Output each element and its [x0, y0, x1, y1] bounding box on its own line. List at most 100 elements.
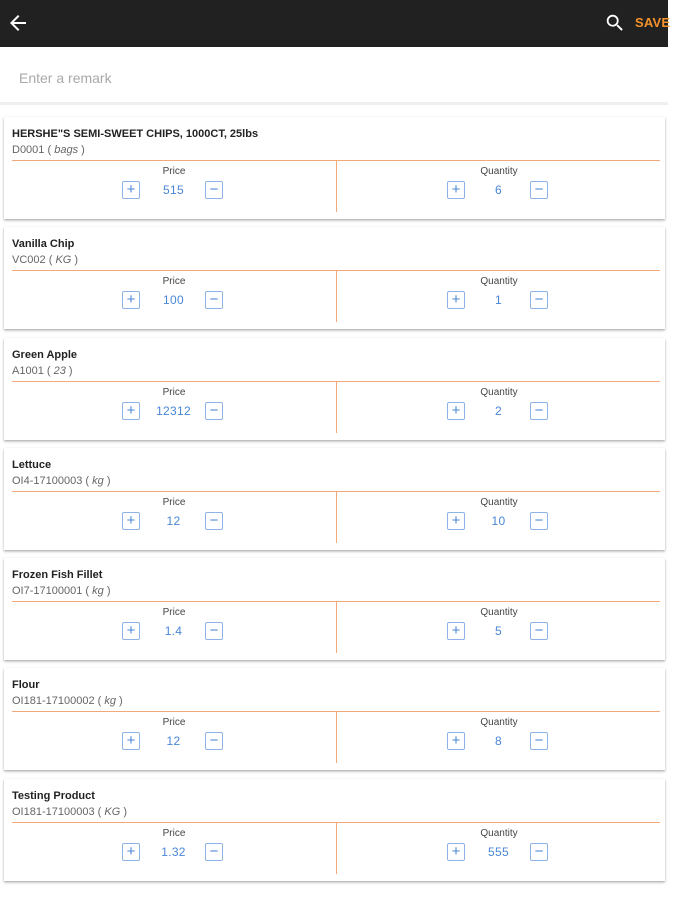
quantity-value[interactable]: 10 [468, 514, 529, 528]
quantity-label: Quantity [480, 386, 518, 398]
quantity-decrement-button[interactable]: − [530, 401, 548, 420]
price-value[interactable]: 1.4 [143, 624, 204, 638]
quantity-value[interactable]: 6 [468, 183, 529, 197]
price-label: Price [162, 276, 186, 288]
item-code-line: D0001 ( bags ) [12, 144, 85, 156]
item-name: Lettuce [12, 458, 52, 471]
price-decrement-button[interactable]: − [205, 732, 223, 751]
item-unit-paren-close: ) [103, 585, 111, 598]
quantity-field: Quantity + 5 − [337, 602, 661, 660]
price-value[interactable]: 12 [143, 734, 204, 748]
quantity-decrement-button[interactable]: − [530, 511, 548, 530]
price-increment-button[interactable]: + [122, 401, 140, 420]
quantity-increment-button[interactable]: + [447, 291, 465, 310]
price-field: Price + 515 − [12, 161, 336, 219]
quantity-decrement-button[interactable]: − [530, 732, 548, 751]
item-unit: kg [92, 474, 104, 487]
price-value[interactable]: 100 [143, 293, 204, 307]
item-unit: kg [104, 695, 116, 708]
price-increment-button[interactable]: + [122, 291, 140, 310]
quantity-increment-button[interactable]: + [447, 511, 465, 530]
plus-icon: + [126, 842, 136, 860]
price-field: Price + 100 − [12, 271, 336, 329]
search-icon [606, 14, 623, 31]
quantity-increment-button[interactable]: + [447, 401, 465, 420]
item-code: VC002 [12, 254, 46, 267]
price-decrement-button[interactable]: − [205, 181, 223, 199]
search-button[interactable] [604, 12, 626, 34]
price-label: Price [162, 607, 186, 619]
item-name: Vanilla Chip [12, 238, 75, 251]
minus-icon: − [534, 511, 544, 529]
quantity-field: Quantity + 8 − [337, 712, 661, 770]
quantity-increment-button[interactable]: + [447, 842, 465, 861]
minus-icon: − [534, 291, 544, 309]
back-button[interactable] [6, 11, 30, 35]
price-increment-button[interactable]: + [122, 511, 140, 530]
quantity-increment-button[interactable]: + [447, 622, 465, 641]
plus-icon: + [126, 511, 136, 529]
item-code: D0001 [12, 144, 45, 156]
item-name: HERSHE"S SEMI-SWEET CHIPS, 1000CT, 25lbs [12, 128, 259, 140]
item-unit: 23 [53, 364, 66, 377]
item-card: Vanilla Chip VC002 ( KG ) Price + 100 − … [4, 227, 665, 330]
item-card: Frozen Fish Fillet OI7-17100001 ( kg ) P… [4, 558, 665, 661]
price-label: Price [162, 827, 186, 839]
quantity-field: Quantity + 6 − [337, 161, 661, 219]
price-increment-button[interactable]: + [122, 622, 140, 641]
item-card: Testing Product OI181-17100003 ( KG ) Pr… [4, 778, 665, 881]
quantity-increment-button[interactable]: + [447, 732, 465, 751]
plus-icon: + [451, 511, 461, 529]
item-code-line: A1001 ( 23 ) [12, 365, 73, 377]
price-decrement-button[interactable]: − [205, 622, 223, 641]
price-decrement-button[interactable]: − [205, 842, 223, 861]
quantity-decrement-button[interactable]: − [530, 181, 548, 199]
quantity-value[interactable]: 8 [468, 734, 529, 748]
quantity-label: Quantity [480, 276, 518, 288]
price-value[interactable]: 12312 [143, 404, 204, 418]
price-value[interactable]: 12 [143, 514, 204, 528]
price-field: Price + 1.4 − [12, 602, 336, 660]
quantity-decrement-button[interactable]: − [530, 622, 548, 641]
item-card: HERSHE"S SEMI-SWEET CHIPS, 1000CT, 25lbs… [4, 117, 665, 219]
price-label: Price [162, 386, 186, 398]
quantity-label: Quantity [480, 607, 518, 619]
quantity-value[interactable]: 5 [468, 624, 529, 638]
quantity-field: Quantity + 10 − [337, 492, 661, 550]
item-unit: KG [55, 254, 72, 267]
minus-icon: − [534, 401, 544, 419]
remark-input[interactable] [19, 70, 619, 86]
quantity-value[interactable]: 1 [468, 293, 529, 307]
item-code-line: OI4-17100003 ( kg ) [12, 475, 111, 487]
quantity-decrement-button[interactable]: − [530, 291, 548, 310]
quantity-value[interactable]: 2 [468, 404, 529, 418]
quantity-increment-button[interactable]: + [447, 181, 465, 199]
quantity-decrement-button[interactable]: − [530, 842, 548, 861]
price-value[interactable]: 1.32 [143, 845, 204, 859]
quantity-value[interactable]: 555 [468, 845, 529, 859]
item-name: Testing Product [12, 789, 95, 802]
price-decrement-button[interactable]: − [205, 511, 223, 530]
price-increment-button[interactable]: + [122, 181, 140, 199]
price-value[interactable]: 515 [143, 183, 204, 197]
item-code-line: OI7-17100001 ( kg ) [12, 585, 111, 597]
app-toolbar: SAVE [0, 0, 670, 47]
plus-icon: + [126, 732, 136, 750]
price-increment-button[interactable]: + [122, 732, 140, 751]
item-unit-paren-close: ) [120, 805, 128, 818]
plus-icon: + [451, 622, 461, 640]
price-decrement-button[interactable]: − [205, 401, 223, 420]
item-unit-paren-close: ) [103, 474, 111, 487]
arrow-left-icon [10, 15, 26, 31]
remark-section [0, 48, 668, 105]
plus-icon: + [451, 732, 461, 750]
item-code-line: OI181-17100002 ( kg ) [12, 695, 123, 707]
price-label: Price [162, 717, 186, 729]
price-increment-button[interactable]: + [122, 842, 140, 861]
save-button[interactable]: SAVE [635, 15, 670, 30]
price-decrement-button[interactable]: − [205, 291, 223, 310]
item-list: HERSHE"S SEMI-SWEET CHIPS, 1000CT, 25lbs… [4, 117, 665, 889]
minus-icon: − [209, 291, 219, 309]
item-code-line: VC002 ( KG ) [12, 254, 78, 266]
item-name: Flour [12, 679, 40, 692]
